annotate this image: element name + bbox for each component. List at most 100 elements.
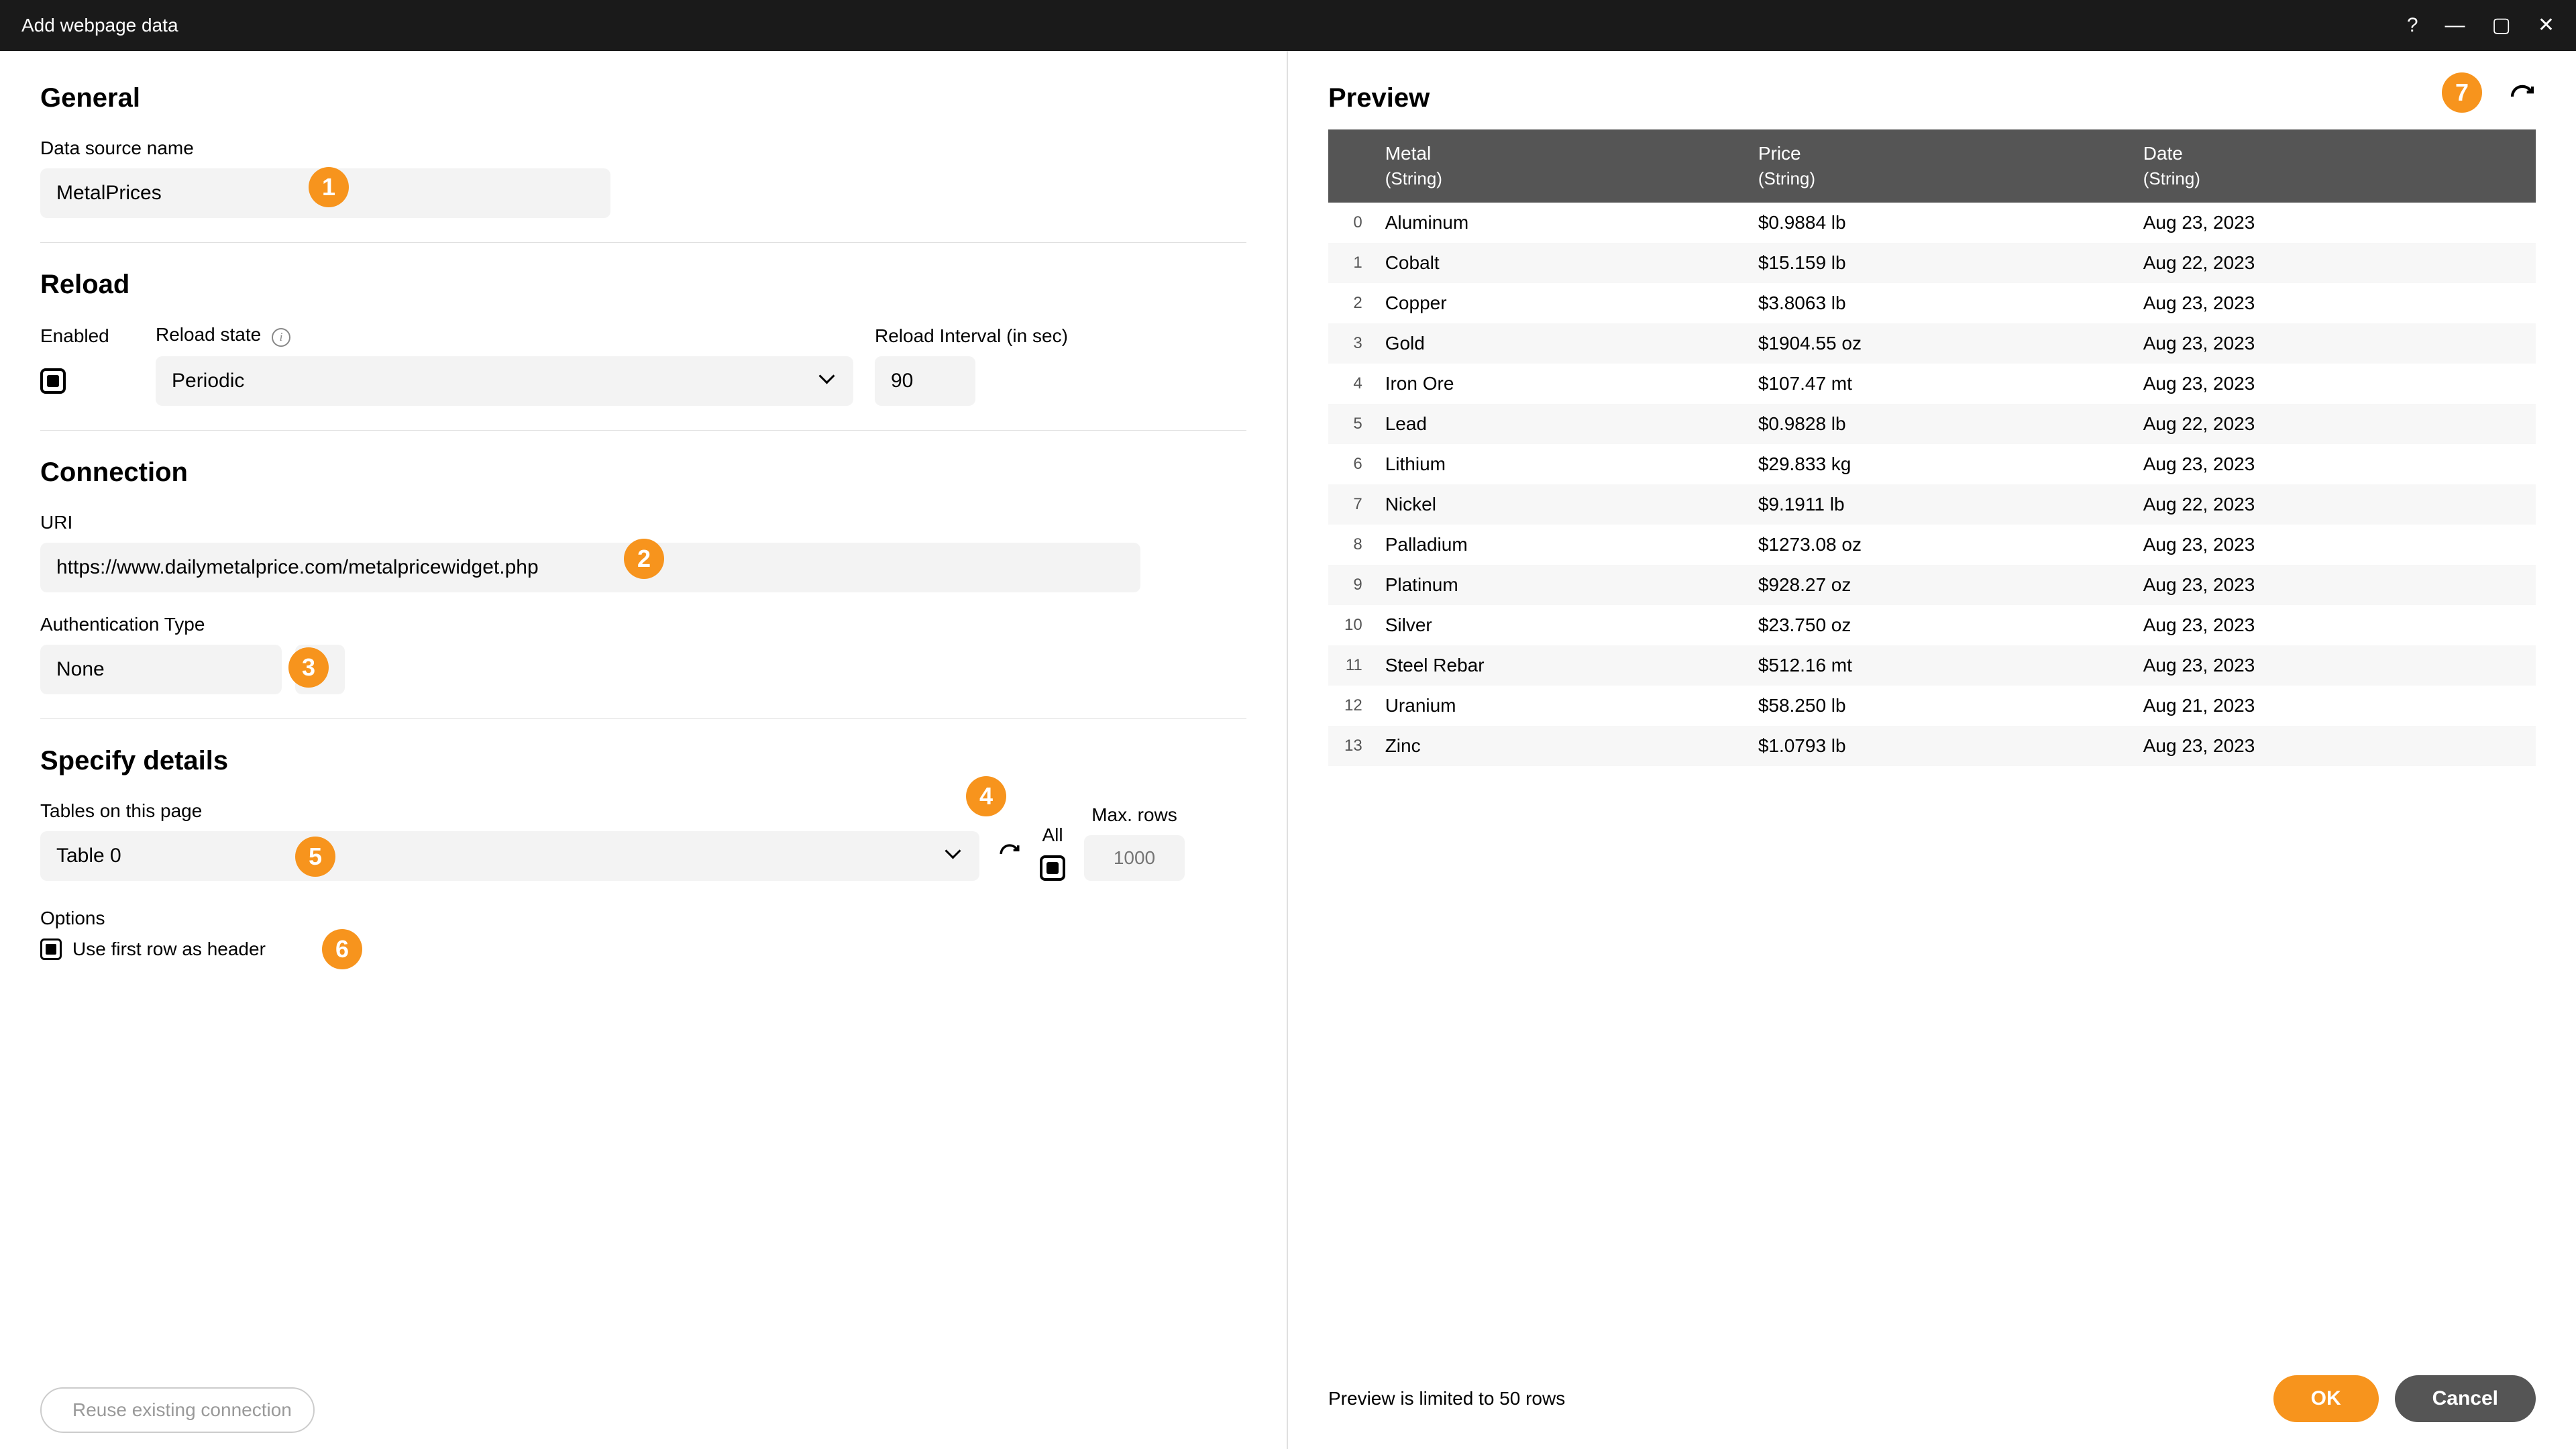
table-row[interactable]: 11 Steel Rebar $512.16 mt Aug 23, 2023 — [1328, 645, 2536, 686]
maxrows-label: Max. rows — [1091, 804, 1177, 826]
cell-metal: Nickel — [1369, 484, 1742, 525]
cell-date: Aug 23, 2023 — [2127, 323, 2536, 364]
close-icon[interactable]: ✕ — [2538, 15, 2555, 36]
enabled-label: Enabled — [40, 325, 134, 347]
window-title: Add webpage data — [21, 15, 2407, 36]
specify-heading: Specify details — [40, 746, 1246, 776]
refresh-tables-button[interactable] — [998, 843, 1021, 869]
cell-price: $1273.08 oz — [1742, 525, 2127, 565]
cancel-button[interactable]: Cancel — [2395, 1375, 2536, 1422]
cell-metal: Palladium — [1369, 525, 1742, 565]
uri-label: URI — [40, 512, 1246, 533]
row-index: 13 — [1328, 726, 1369, 766]
cell-date: Aug 23, 2023 — [2127, 283, 2536, 323]
first-row-header-label: Use first row as header — [72, 938, 266, 960]
row-index: 6 — [1328, 444, 1369, 484]
titlebar: Add webpage data ? — ▢ ✕ — [0, 0, 2576, 51]
col-header-price: Price (String) — [1742, 129, 2127, 203]
table-row[interactable]: 10 Silver $23.750 oz Aug 23, 2023 — [1328, 605, 2536, 645]
row-index: 1 — [1328, 243, 1369, 283]
tables-label: Tables on this page — [40, 800, 979, 822]
cell-metal: Uranium — [1369, 686, 1742, 726]
maximize-icon[interactable]: ▢ — [2492, 15, 2511, 36]
ok-button[interactable]: OK — [2273, 1375, 2379, 1422]
chevron-down-icon — [947, 848, 963, 864]
table-row[interactable]: 8 Palladium $1273.08 oz Aug 23, 2023 — [1328, 525, 2536, 565]
config-pane: General Data source name 1 Reload Enable… — [0, 51, 1288, 1449]
table-row[interactable]: 4 Iron Ore $107.47 mt Aug 23, 2023 — [1328, 364, 2536, 404]
general-heading: General — [40, 83, 1246, 113]
col-header-date: Date (String) — [2127, 129, 2536, 203]
row-index: 5 — [1328, 404, 1369, 444]
table-row[interactable]: 12 Uranium $58.250 lb Aug 21, 2023 — [1328, 686, 2536, 726]
row-index: 10 — [1328, 605, 1369, 645]
table-row[interactable]: 2 Copper $3.8063 lb Aug 23, 2023 — [1328, 283, 2536, 323]
options-label: Options — [40, 908, 1246, 929]
data-source-name-label: Data source name — [40, 138, 1246, 159]
row-index: 11 — [1328, 645, 1369, 686]
cell-price: $0.9828 lb — [1742, 404, 2127, 444]
info-icon[interactable]: i — [272, 328, 290, 347]
cell-metal: Iron Ore — [1369, 364, 1742, 404]
cell-date: Aug 22, 2023 — [2127, 484, 2536, 525]
annotation-badge-1: 1 — [309, 167, 349, 207]
table-row[interactable]: 5 Lead $0.9828 lb Aug 22, 2023 — [1328, 404, 2536, 444]
cell-date: Aug 23, 2023 — [2127, 364, 2536, 404]
row-index: 3 — [1328, 323, 1369, 364]
reload-interval-input[interactable] — [875, 356, 975, 406]
annotation-badge-4: 4 — [966, 776, 1006, 816]
cell-date: Aug 23, 2023 — [2127, 605, 2536, 645]
first-row-header-checkbox[interactable] — [40, 938, 62, 960]
reuse-connection-button[interactable]: Reuse existing connection — [40, 1387, 315, 1433]
preview-refresh-button[interactable] — [2509, 83, 2536, 113]
code-view-button[interactable] — [1199, 551, 1232, 584]
cell-metal: Platinum — [1369, 565, 1742, 605]
cell-metal: Lithium — [1369, 444, 1742, 484]
cell-price: $512.16 mt — [1742, 645, 2127, 686]
cell-metal: Steel Rebar — [1369, 645, 1742, 686]
tables-select[interactable]: Table 0 — [40, 831, 979, 881]
maxrows-input[interactable] — [1084, 835, 1185, 881]
clear-uri-button[interactable] — [1154, 551, 1186, 584]
uri-input[interactable] — [40, 543, 1140, 592]
enabled-checkbox[interactable] — [40, 368, 66, 394]
all-label: All — [1042, 824, 1063, 846]
cell-metal: Aluminum — [1369, 203, 1742, 243]
col-header-metal: Metal (String) — [1369, 129, 1742, 203]
row-index: 2 — [1328, 283, 1369, 323]
cell-price: $0.9884 lb — [1742, 203, 2127, 243]
auth-type-select[interactable]: None — [40, 645, 282, 694]
reload-state-select[interactable]: Periodic — [156, 356, 853, 406]
cell-price: $29.833 kg — [1742, 444, 2127, 484]
row-index: 7 — [1328, 484, 1369, 525]
auth-type-label: Authentication Type — [40, 614, 1246, 635]
annotation-badge-2: 2 — [624, 539, 664, 579]
cell-price: $9.1911 lb — [1742, 484, 2127, 525]
cell-metal: Zinc — [1369, 726, 1742, 766]
preview-table: Metal (String) Price (String) Date (Stri… — [1328, 129, 2536, 766]
chevron-down-icon — [821, 373, 837, 389]
table-row[interactable]: 9 Platinum $928.27 oz Aug 23, 2023 — [1328, 565, 2536, 605]
cell-price: $23.750 oz — [1742, 605, 2127, 645]
preview-heading: Preview — [1328, 83, 2509, 113]
cell-date: Aug 22, 2023 — [2127, 243, 2536, 283]
help-icon[interactable]: ? — [2407, 15, 2418, 36]
cell-metal: Lead — [1369, 404, 1742, 444]
table-row[interactable]: 3 Gold $1904.55 oz Aug 23, 2023 — [1328, 323, 2536, 364]
reload-heading: Reload — [40, 270, 1246, 300]
cell-price: $3.8063 lb — [1742, 283, 2127, 323]
row-index: 4 — [1328, 364, 1369, 404]
table-row[interactable]: 7 Nickel $9.1911 lb Aug 22, 2023 — [1328, 484, 2536, 525]
annotation-badge-6: 6 — [322, 929, 362, 969]
all-checkbox[interactable] — [1040, 855, 1065, 881]
cell-date: Aug 22, 2023 — [2127, 404, 2536, 444]
table-row[interactable]: 6 Lithium $29.833 kg Aug 23, 2023 — [1328, 444, 2536, 484]
preview-pane: Preview 7 Metal (String) Pr — [1288, 51, 2576, 1449]
table-row[interactable]: 13 Zinc $1.0793 lb Aug 23, 2023 — [1328, 726, 2536, 766]
cell-date: Aug 23, 2023 — [2127, 565, 2536, 605]
table-row[interactable]: 0 Aluminum $0.9884 lb Aug 23, 2023 — [1328, 203, 2536, 243]
minimize-icon[interactable]: — — [2445, 15, 2465, 36]
reload-state-label: Reload state i — [156, 324, 853, 347]
cell-price: $15.159 lb — [1742, 243, 2127, 283]
table-row[interactable]: 1 Cobalt $15.159 lb Aug 22, 2023 — [1328, 243, 2536, 283]
